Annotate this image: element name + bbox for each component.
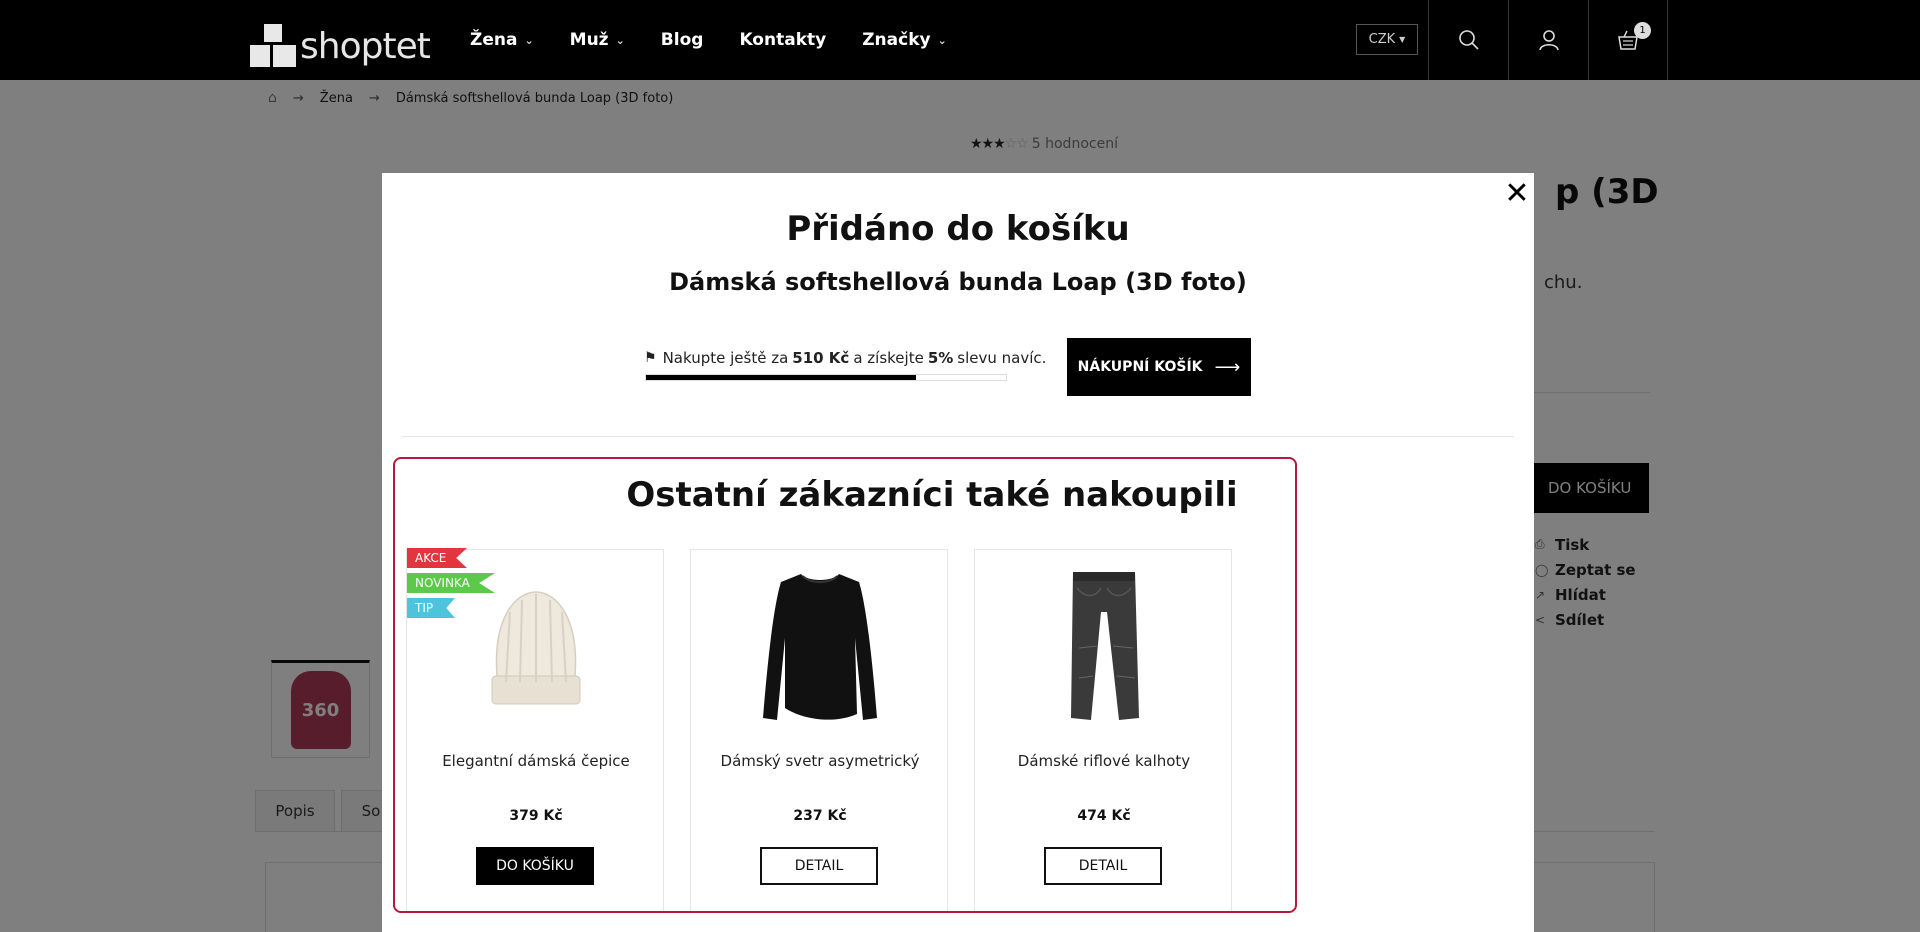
added-to-cart-modal: ✕ Přidáno do košíku Dámská softshellová … — [382, 173, 1534, 932]
cart-button[interactable]: 1 — [1588, 0, 1668, 80]
progress-fill — [646, 375, 916, 380]
nav-item-zena[interactable]: Žena ⌄ — [470, 30, 534, 50]
chevron-down-icon: ⌄ — [524, 33, 534, 47]
flag-label: AKCE — [415, 551, 447, 565]
promo-amount: 510 Kč — [792, 349, 850, 367]
beanie-icon — [491, 591, 581, 705]
user-icon — [1538, 30, 1559, 51]
product-card[interactable]: Dámský svetr asymetrický 237 Kč DETAIL — [690, 549, 949, 911]
product-name[interactable]: Elegantní dámská čepice — [407, 752, 665, 770]
sweater-icon — [763, 574, 877, 720]
main-nav: Žena ⌄ Muž ⌄ Blog Kontakty Značky ⌄ — [470, 0, 983, 80]
search-button[interactable] — [1428, 0, 1508, 80]
nav-label: Muž — [569, 30, 609, 50]
cart-count-badge: 1 — [1634, 22, 1651, 39]
tag-icon: ⚑ — [644, 350, 657, 366]
promo-suffix: slevu navíc. — [957, 349, 1047, 367]
jeans-icon — [1071, 572, 1139, 720]
nav-item-kontakty[interactable]: Kontakty — [739, 30, 826, 50]
currency-select[interactable]: CZK ▼ — [1356, 24, 1418, 55]
product-price: 237 Kč — [793, 808, 847, 824]
logo-mark-icon — [250, 24, 296, 70]
logo-text: shoptet — [300, 26, 431, 67]
nav-label: Žena — [470, 30, 518, 50]
recommendations-title: Ostatní zákazníci také nakoupili — [626, 475, 1238, 515]
nav-label: Kontakty — [739, 30, 827, 50]
cart-button-label: NÁKUPNÍ KOŠÍK — [1077, 359, 1203, 375]
modal-title: Přidáno do košíku — [786, 209, 1130, 249]
product-price: 474 Kč — [1077, 808, 1131, 824]
promo-middle: a získejte — [853, 349, 924, 367]
caret-down-icon: ▼ — [1399, 35, 1406, 44]
nav-item-znacky[interactable]: Značky ⌄ — [862, 30, 947, 50]
jeans-image[interactable] — [1015, 564, 1193, 732]
search-icon — [1458, 30, 1479, 50]
recommendations-panel: Ostatní zákazníci také nakoupili AKCE NO… — [393, 457, 1297, 913]
discount-progress-bar — [645, 374, 1007, 381]
product-card[interactable]: AKCE NOVINKA TIP Elegantní dámská čepice… — [406, 548, 665, 911]
nav-label: Značky — [862, 30, 931, 50]
nav-item-muz[interactable]: Muž ⌄ — [570, 30, 625, 50]
account-button[interactable] — [1508, 0, 1588, 80]
added-product-name: Dámská softshellová bunda Loap (3D foto) — [669, 268, 1247, 296]
free-discount-message: ⚑ Nakupte ještě za 510 Kč a získejte 5% … — [644, 349, 1046, 367]
add-to-cart-button[interactable]: DO KOŠÍKU — [476, 847, 594, 885]
detail-button[interactable]: DETAIL — [1044, 847, 1162, 885]
shoptet-logo[interactable]: shoptet — [250, 20, 431, 70]
product-card[interactable]: Dámské riflové kalhoty 474 Kč DETAIL — [974, 549, 1233, 911]
arrow-right-icon: ⟶ — [1214, 356, 1241, 378]
nav-label: Blog — [660, 30, 704, 50]
product-name[interactable]: Dámský svetr asymetrický — [691, 752, 949, 770]
nav-item-blog[interactable]: Blog — [661, 30, 704, 50]
chevron-down-icon: ⌄ — [615, 33, 625, 47]
flag-label: TIP — [415, 601, 434, 615]
product-name[interactable]: Dámské riflové kalhoty — [975, 752, 1233, 770]
chevron-down-icon: ⌄ — [937, 33, 947, 47]
close-icon[interactable]: ✕ — [1502, 179, 1532, 209]
detail-button[interactable]: DETAIL — [760, 847, 878, 885]
sweater-image[interactable] — [731, 564, 909, 732]
divider — [402, 436, 1514, 437]
product-price: 379 Kč — [509, 808, 563, 824]
promo-percent: 5% — [927, 349, 954, 367]
promo-prefix: Nakupte ještě za — [662, 349, 789, 367]
flag-akce: AKCE — [407, 548, 467, 568]
go-to-cart-button[interactable]: NÁKUPNÍ KOŠÍK ⟶ — [1067, 338, 1251, 396]
currency-label: CZK — [1368, 32, 1396, 47]
flag-label: NOVINKA — [415, 576, 470, 590]
site-header: shoptet Žena ⌄ Muž ⌄ Blog Kontakty Značky ⌄… — [0, 0, 1920, 80]
